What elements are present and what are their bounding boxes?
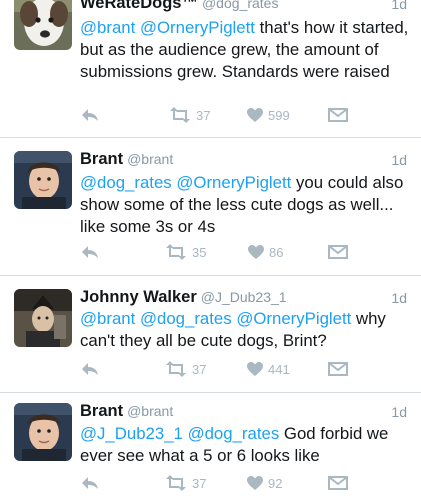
direct-message-button[interactable]: [328, 361, 348, 377]
mention-link[interactable]: @dog_rates: [188, 424, 280, 443]
like-count: 441: [268, 361, 290, 377]
retweet-button[interactable]: 37: [164, 361, 206, 377]
like-button[interactable]: 92: [246, 475, 282, 491]
tweet-actions: 35 86: [80, 244, 410, 266]
like-button[interactable]: 441: [246, 361, 290, 377]
reply-button[interactable]: [80, 361, 100, 377]
reply-icon: [82, 246, 98, 258]
like-button[interactable]: 599: [246, 107, 290, 123]
retweet-count: 37: [192, 475, 207, 491]
heart-icon: [248, 245, 264, 259]
mention-link[interactable]: @brant: [80, 18, 135, 37]
author-name[interactable]: WeRateDogs™: [80, 0, 198, 12]
mention-link[interactable]: @dog_rates: [140, 309, 232, 328]
tweet-item[interactable]: Brant @brant 1d @dog_rates @OrneryPiglett…: [0, 138, 421, 275]
avatar[interactable]: [14, 0, 72, 50]
avatar[interactable]: [14, 289, 72, 347]
tweet-actions: 37 92: [80, 475, 410, 497]
author-handle[interactable]: @dog_rates: [202, 0, 278, 11]
tweet-timestamp[interactable]: 1d: [391, 404, 407, 420]
tweet-text: @brant @dog_rates @OrneryPiglett why can…: [80, 309, 386, 350]
heart-icon: [247, 476, 263, 490]
author-handle[interactable]: @brant: [127, 403, 173, 419]
reply-icon: [82, 477, 98, 489]
mention-link[interactable]: @brant: [80, 309, 135, 328]
reply-icon: [82, 363, 98, 375]
retweet-count: 37: [192, 361, 207, 377]
like-count: 599: [268, 107, 290, 123]
mention-link[interactable]: @OrneryPiglett: [176, 173, 291, 192]
reply-button[interactable]: [80, 107, 100, 123]
reply-button[interactable]: [80, 475, 100, 491]
avatar[interactable]: [14, 403, 72, 461]
direct-message-button[interactable]: [328, 475, 348, 491]
retweet-count: 37: [196, 107, 211, 123]
mention-link[interactable]: @J_Dub23_1: [80, 424, 183, 443]
like-button[interactable]: 86: [247, 244, 283, 260]
retweet-icon: [166, 244, 186, 260]
retweet-icon: [170, 107, 190, 123]
like-count: 86: [269, 244, 284, 260]
tweet-text: @dog_rates @OrneryPiglett you could also…: [80, 173, 404, 236]
mention-link[interactable]: @OrneryPiglett: [140, 18, 255, 37]
heart-icon: [247, 362, 263, 376]
tweet-item[interactable]: WeRateDogs™ @dog_rates 1d @brant @OrneryP…: [0, 0, 421, 137]
direct-message-icon: [328, 245, 348, 259]
like-count: 92: [268, 475, 283, 491]
direct-message-icon: [328, 108, 348, 122]
tweet-actions: 37 599: [80, 107, 410, 129]
tweet-text: @J_Dub23_1 @dog_rates God forbid we ever…: [80, 424, 389, 465]
direct-message-button[interactable]: [328, 244, 348, 260]
reply-button[interactable]: [80, 244, 100, 260]
author-name[interactable]: Johnny Walker: [80, 288, 197, 306]
avatar[interactable]: [14, 151, 72, 209]
tweet-text: @brant @OrneryPiglett that's how it star…: [80, 18, 409, 81]
retweet-icon: [166, 475, 186, 491]
tweet-timeline: WeRateDogs™ @dog_rates 1d @brant @OrneryP…: [0, 0, 421, 500]
author-handle[interactable]: @brant: [127, 151, 173, 167]
tweet-timestamp[interactable]: 1d: [391, 152, 407, 168]
retweet-count: 35: [192, 244, 207, 260]
direct-message-icon: [328, 362, 348, 376]
retweet-button[interactable]: 37: [168, 107, 210, 123]
retweet-button[interactable]: 35: [164, 244, 206, 260]
tweet-item[interactable]: Brant @brant 1d @J_Dub23_1 @dog_rates God…: [0, 393, 421, 500]
author-name[interactable]: Brant: [80, 402, 123, 420]
mention-link[interactable]: @dog_rates: [80, 173, 172, 192]
direct-message-icon: [328, 476, 348, 490]
author-name[interactable]: Brant: [80, 150, 123, 168]
mention-link[interactable]: @OrneryPiglett: [236, 309, 351, 328]
retweet-icon: [166, 361, 186, 377]
direct-message-button[interactable]: [328, 107, 348, 123]
author-handle[interactable]: @J_Dub23_1: [201, 289, 287, 305]
tweet-timestamp[interactable]: 1d: [391, 0, 407, 12]
tweet-actions: 37 441: [80, 361, 410, 383]
tweet-timestamp[interactable]: 1d: [391, 290, 407, 306]
reply-icon: [82, 109, 98, 121]
tweet-item[interactable]: Johnny Walker @J_Dub23_1 1d @brant @dog_r…: [0, 276, 421, 392]
retweet-button[interactable]: 37: [164, 475, 206, 491]
heart-icon: [247, 108, 263, 122]
